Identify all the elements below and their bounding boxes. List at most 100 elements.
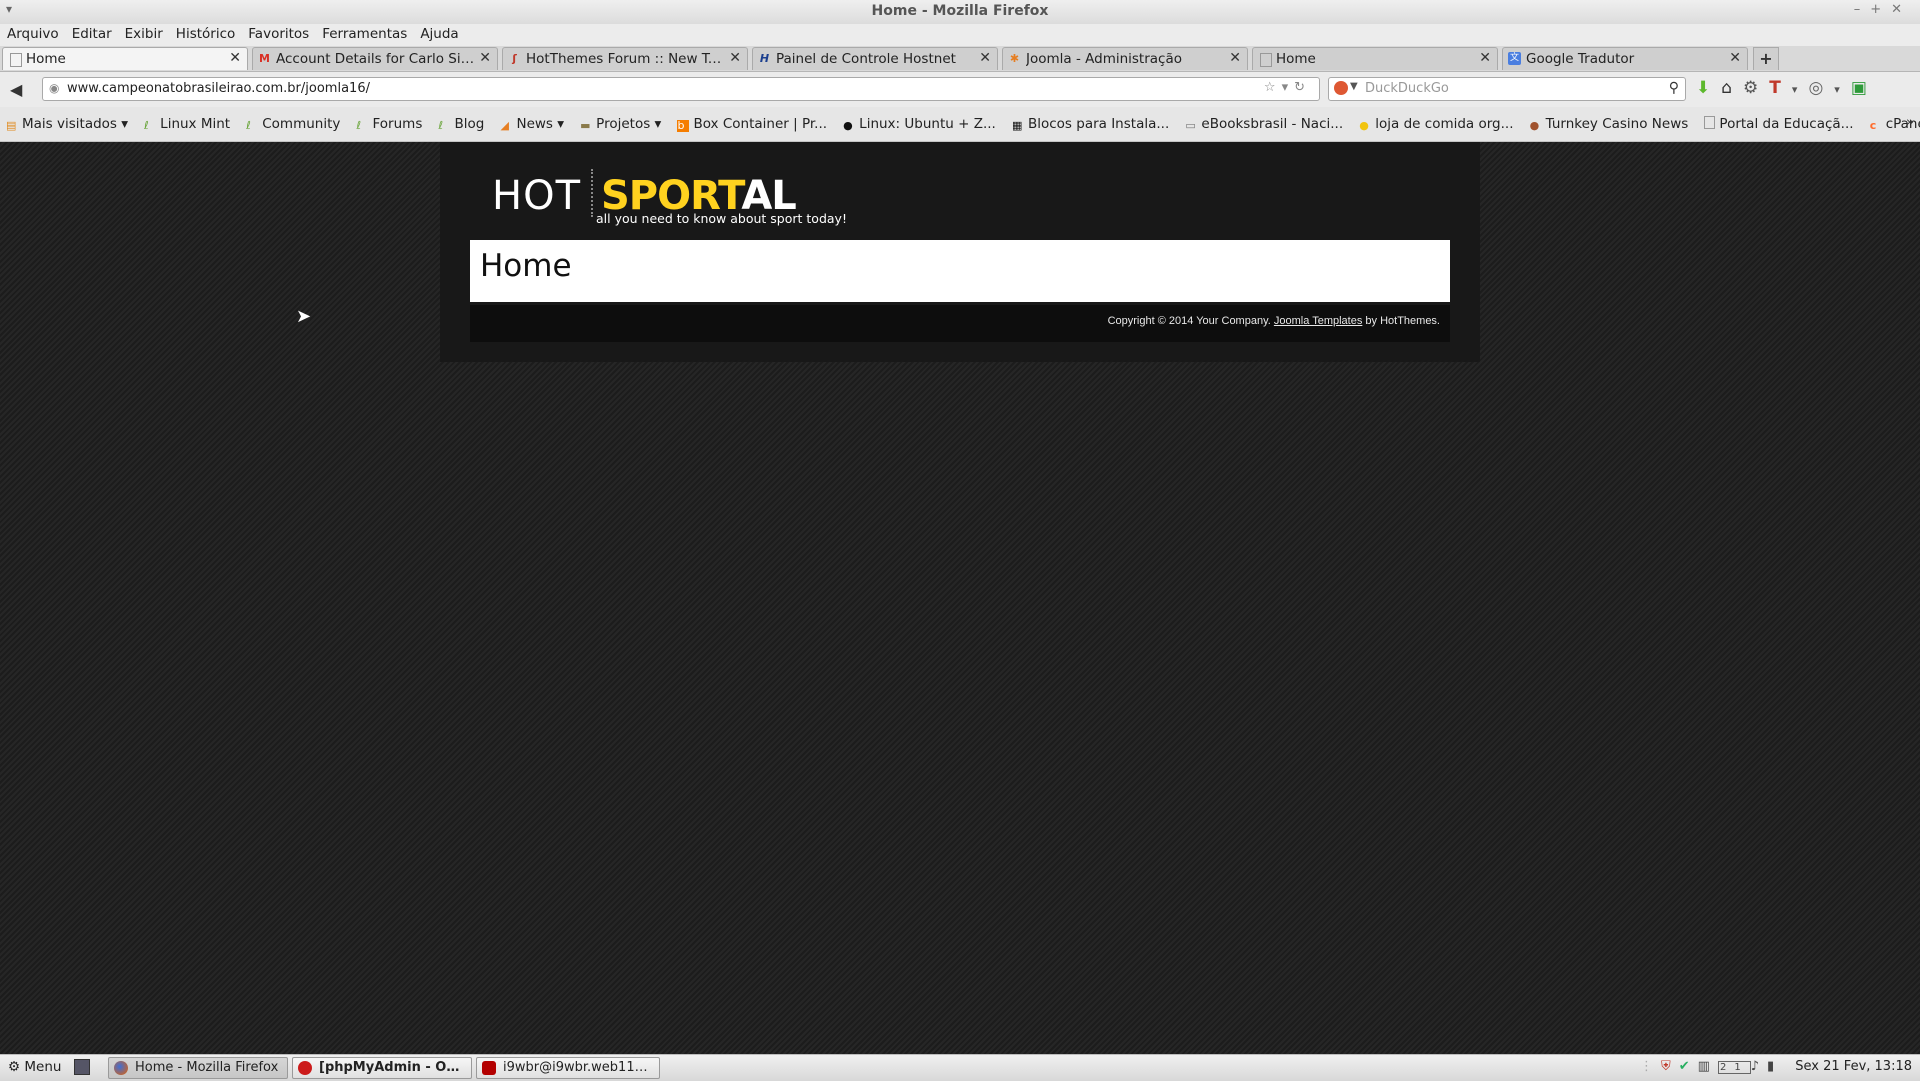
taskbar-window-phpmyadmin[interactable]: [phpMyAdmin - Op... [292,1057,472,1079]
update-shield-icon[interactable]: ⛨ [1661,1059,1679,1074]
close-tab-icon[interactable]: ✕ [979,50,991,66]
footer-suffix: by HotThemes. [1365,315,1440,327]
menu-bar: Arquivo Editar Exibir Histórico Favoritos Fer… [0,24,1920,46]
reload-icon[interactable]: ↻ [1294,80,1311,95]
bookmark-news[interactable]: ◢ News ▾ [500,116,564,132]
search-engine-dropdown-icon[interactable]: ▼ [1350,81,1358,92]
menu-exibir[interactable]: Exibir [125,24,163,42]
url-bar[interactable]: ◉ www.campeonatobrasileirao.com.br/jooml… [42,77,1320,101]
bookmark-portal-educacao[interactable]: Portal da Educaçã... [1704,116,1854,132]
tab-account-details[interactable]: M Account Details for Carlo Silva ... ✕ [252,47,498,70]
tab-label: Google Tradutor [1526,51,1635,67]
tab-home[interactable]: Home ✕ [2,47,248,70]
rss-icon: ◢ [500,119,509,132]
dropdown-icon[interactable]: ▾ [1792,83,1809,96]
back-button[interactable]: ◀ [10,80,22,99]
bookmark-projetos[interactable]: ▬ Projetos ▾ [580,116,661,132]
show-desktop-icon[interactable] [74,1059,90,1075]
close-tab-icon[interactable]: ✕ [729,50,741,66]
dropdown-icon[interactable]: ▾ [1834,83,1851,96]
taskbar-window-filezilla[interactable]: i9wbr@i9wbr.web118... [476,1057,660,1079]
menu-ajuda[interactable]: Ajuda [420,24,458,42]
volume-icon[interactable]: ♪ [1751,1059,1767,1074]
translate-icon: 文 [1508,52,1521,65]
signal-icon[interactable]: ▮ [1767,1059,1782,1074]
footer-copyright: Copyright © 2014 Your Company. Joomla Te… [1108,315,1440,327]
menu-arquivo[interactable]: Arquivo [7,24,59,42]
tab-hostnet[interactable]: H Painel de Controle Hostnet ✕ [752,47,998,70]
tab-label: Account Details for Carlo Silva ... [276,51,475,67]
window-title: Home - Mozilla Firefox [871,3,1049,19]
bookmark-loja-comida[interactable]: ● loja de comida org... [1359,116,1513,132]
bookmark-linux-mint[interactable]: ℓ Linux Mint [144,116,230,132]
bookmark-label: Linux Mint [160,116,231,132]
site-identity-icon[interactable]: ◉ [49,81,59,95]
addon-gear-icon[interactable]: ⚙ [1743,78,1769,98]
gear-icon: ⚙ [8,1059,21,1075]
bookmark-ebooksbrasil[interactable]: ▭ eBooksbrasil - Naci... [1185,116,1343,132]
search-box[interactable]: ▼ DuckDuckGo ⚲ [1328,77,1686,101]
menu-editar[interactable]: Editar [72,24,112,42]
bookmark-box-container[interactable]: b Box Container | Pr... [677,116,827,132]
taskbar-window-label: Home - Mozilla Firefox [135,1060,279,1075]
ebook-icon: ▭ [1185,119,1196,132]
firefox-icon [114,1061,128,1075]
search-icon[interactable]: ⚲ [1669,80,1679,96]
bookmark-blocos[interactable]: ▦ Blocos para Instala... [1012,116,1169,132]
new-tab-button[interactable]: + [1753,47,1779,70]
joomla-templates-link[interactable]: Joomla Templates [1274,315,1362,327]
mouse-cursor-icon: ➤ [296,306,312,327]
tab-home-2[interactable]: Home ✕ [1252,47,1498,70]
start-menu-label: Menu [24,1059,62,1075]
home-icon[interactable]: ⌂ [1721,78,1743,98]
menu-historico[interactable]: Histórico [176,24,235,42]
logo-hot: HOT [492,173,581,219]
tab-google-tradutor[interactable]: 文 Google Tradutor ✕ [1502,47,1748,70]
close-tab-icon[interactable]: ✕ [229,50,241,66]
bookmark-turnkey-casino[interactable]: ● Turnkey Casino News [1530,116,1689,132]
bookmark-forums[interactable]: ℓ Forums [357,116,423,132]
web-page: HOT SPORTAL all you need to know about sp… [0,142,1920,1054]
taskbar-window-firefox[interactable]: Home - Mozilla Firefox [108,1057,288,1079]
close-tab-icon[interactable]: ✕ [1729,50,1741,66]
download-icon[interactable]: ⬇ [1696,78,1721,98]
bookmark-label: Forums [372,116,423,132]
bookmark-star-icon[interactable]: ☆ [1264,80,1282,95]
calendar-icon[interactable]: 21 [1717,1061,1751,1074]
bookmark-label: eBooksbrasil - Naci... [1201,116,1344,132]
start-menu-button[interactable]: ⚙ Menu [8,1059,61,1075]
bookmark-community[interactable]: ℓ Community [246,116,340,132]
text-tool-icon[interactable]: T [1769,78,1792,98]
duckduckgo-icon[interactable] [1334,81,1348,95]
screen-icon[interactable]: ▣ [1851,78,1878,98]
star-folder-icon: ▤ [6,119,17,132]
bookmark-mais-visitados[interactable]: ▤ Mais visitados ▾ [6,116,128,132]
url-text[interactable]: www.campeonatobrasileirao.com.br/joomla1… [67,81,370,96]
mint-icon: ℓ [356,119,362,132]
bookmark-label: loja de comida org... [1375,116,1514,132]
network-monitor-icon[interactable]: ▥ [1698,1059,1718,1074]
opera-icon [298,1061,312,1075]
menu-ferramentas[interactable]: Ferramentas [322,24,407,42]
site-tagline: all you need to know about sport today! [596,211,847,226]
bookmarks-overflow-icon[interactable]: » [1906,115,1914,130]
tab-joomla-admin[interactable]: ✱ Joomla - Administração ✕ [1002,47,1248,70]
window-controls[interactable]: –+✕ [1854,2,1912,17]
close-tab-icon[interactable]: ✕ [1479,50,1491,66]
bookmark-blog[interactable]: ℓ Blog [439,116,485,132]
close-tab-icon[interactable]: ✕ [1229,50,1241,66]
privacy-icon[interactable]: ◎ [1808,78,1834,98]
hostnet-icon: H [759,52,770,65]
tab-hotthemes-forum[interactable]: ʃ HotThemes Forum :: New Topic ✕ [502,47,748,70]
search-placeholder[interactable]: DuckDuckGo [1365,81,1449,96]
close-tab-icon[interactable]: ✕ [479,50,491,66]
taskbar-clock[interactable]: Sex 21 Fev, 13:18 [1795,1059,1912,1074]
blocks-icon: ▦ [1011,119,1023,132]
bookmark-label: cPanel Entrar [1885,116,1920,132]
history-dropdown-icon[interactable]: ▾ [1282,80,1295,95]
site-footer: Copyright © 2014 Your Company. Joomla Te… [470,305,1450,342]
update-check-icon[interactable]: ✔ [1679,1059,1698,1074]
bookmark-linux-ubuntu[interactable]: ● Linux: Ubuntu + Z... [843,116,996,132]
tab-label: Home [1276,51,1316,67]
menu-favoritos[interactable]: Favoritos [248,24,309,42]
